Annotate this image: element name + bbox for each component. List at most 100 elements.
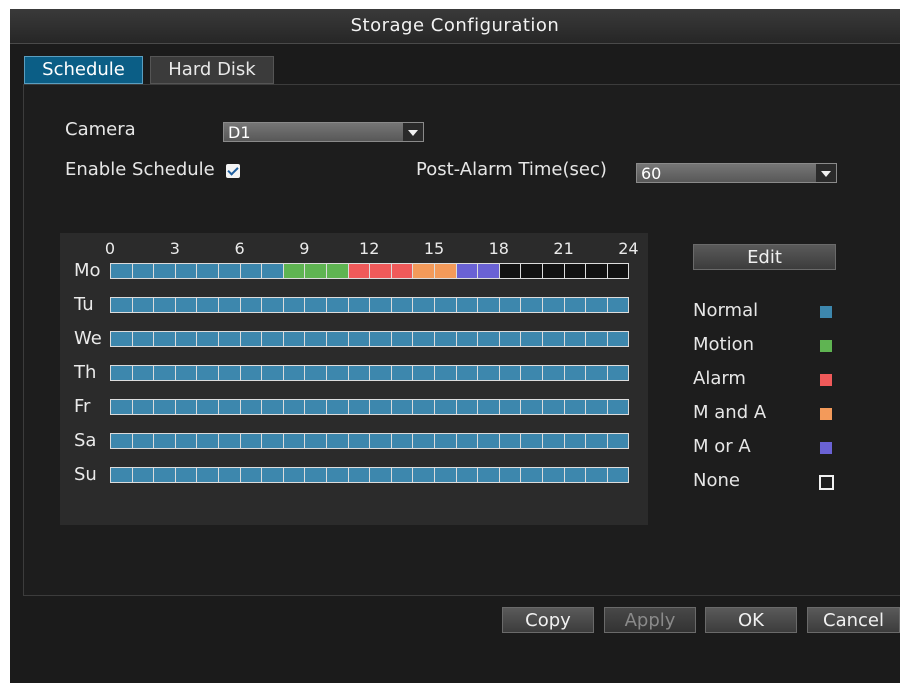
- schedule-slot[interactable]: [131, 331, 155, 347]
- schedule-slot[interactable]: [347, 399, 371, 415]
- cancel-button[interactable]: Cancel: [807, 607, 900, 633]
- schedule-slot[interactable]: [477, 365, 500, 381]
- schedule-slot[interactable]: [455, 263, 479, 279]
- schedule-slot[interactable]: [282, 433, 306, 449]
- schedule-slot[interactable]: [520, 467, 543, 483]
- camera-select[interactable]: D1: [223, 122, 424, 142]
- schedule-slot[interactable]: [369, 399, 392, 415]
- schedule-slot[interactable]: [606, 263, 630, 279]
- schedule-slot[interactable]: [412, 433, 435, 449]
- schedule-slot[interactable]: [585, 297, 608, 313]
- schedule-slot[interactable]: [218, 399, 241, 415]
- schedule-slot[interactable]: [606, 433, 630, 449]
- schedule-slot[interactable]: [369, 365, 392, 381]
- schedule-slot[interactable]: [542, 399, 565, 415]
- schedule-slot[interactable]: [477, 399, 500, 415]
- schedule-slot[interactable]: [542, 331, 565, 347]
- schedule-slot[interactable]: [520, 331, 543, 347]
- schedule-slot[interactable]: [542, 365, 565, 381]
- schedule-slot[interactable]: [542, 297, 565, 313]
- schedule-slot[interactable]: [520, 263, 543, 279]
- schedule-slot[interactable]: [369, 297, 392, 313]
- schedule-slot[interactable]: [218, 365, 241, 381]
- schedule-slot[interactable]: [110, 297, 133, 313]
- schedule-slot[interactable]: [153, 433, 176, 449]
- schedule-slot[interactable]: [196, 331, 219, 347]
- schedule-slot[interactable]: [390, 365, 414, 381]
- schedule-slot[interactable]: [110, 331, 133, 347]
- apply-button[interactable]: Apply: [604, 607, 696, 633]
- schedule-slot[interactable]: [239, 433, 263, 449]
- schedule-slot[interactable]: [369, 433, 392, 449]
- schedule-slot[interactable]: [326, 399, 349, 415]
- schedule-slot[interactable]: [131, 467, 155, 483]
- schedule-slot[interactable]: [347, 297, 371, 313]
- enable-schedule-checkbox[interactable]: [226, 164, 240, 178]
- schedule-slot[interactable]: [498, 467, 522, 483]
- schedule-slot[interactable]: [239, 297, 263, 313]
- schedule-slot[interactable]: [347, 365, 371, 381]
- schedule-slot[interactable]: [218, 263, 241, 279]
- schedule-slot[interactable]: [606, 365, 630, 381]
- schedule-slot[interactable]: [369, 331, 392, 347]
- schedule-slot[interactable]: [434, 433, 457, 449]
- schedule-slot[interactable]: [196, 263, 219, 279]
- schedule-slot[interactable]: [282, 263, 306, 279]
- schedule-slot[interactable]: [218, 467, 241, 483]
- schedule-slot[interactable]: [369, 467, 392, 483]
- schedule-slot[interactable]: [412, 467, 435, 483]
- schedule-slot[interactable]: [563, 263, 587, 279]
- schedule-slot[interactable]: [261, 297, 284, 313]
- schedule-slot[interactable]: [261, 263, 284, 279]
- schedule-slot[interactable]: [326, 433, 349, 449]
- schedule-slot[interactable]: [261, 365, 284, 381]
- schedule-slot[interactable]: [347, 331, 371, 347]
- schedule-slot[interactable]: [390, 297, 414, 313]
- schedule-slot[interactable]: [369, 263, 392, 279]
- schedule-slot[interactable]: [326, 365, 349, 381]
- schedule-slot[interactable]: [282, 467, 306, 483]
- schedule-slot[interactable]: [261, 433, 284, 449]
- schedule-slot[interactable]: [455, 433, 479, 449]
- schedule-slot[interactable]: [131, 433, 155, 449]
- schedule-slot[interactable]: [239, 331, 263, 347]
- schedule-slot[interactable]: [304, 399, 327, 415]
- schedule-slot[interactable]: [606, 331, 630, 347]
- schedule-slot[interactable]: [498, 433, 522, 449]
- schedule-slot[interactable]: [455, 467, 479, 483]
- schedule-slot[interactable]: [412, 263, 435, 279]
- schedule-slot[interactable]: [455, 399, 479, 415]
- schedule-slot[interactable]: [606, 297, 630, 313]
- schedule-slot[interactable]: [304, 365, 327, 381]
- schedule-slot[interactable]: [174, 365, 198, 381]
- schedule-slot[interactable]: [585, 399, 608, 415]
- schedule-slot[interactable]: [282, 365, 306, 381]
- ok-button[interactable]: OK: [705, 607, 797, 633]
- schedule-slot[interactable]: [585, 263, 608, 279]
- copy-button[interactable]: Copy: [502, 607, 594, 633]
- schedule-slot[interactable]: [110, 399, 133, 415]
- schedule-slot[interactable]: [542, 263, 565, 279]
- schedule-slot[interactable]: [434, 399, 457, 415]
- tab-hard-disk[interactable]: Hard Disk: [150, 56, 274, 84]
- schedule-slot[interactable]: [498, 263, 522, 279]
- schedule-slot[interactable]: [196, 399, 219, 415]
- schedule-slot[interactable]: [174, 433, 198, 449]
- schedule-slot[interactable]: [585, 365, 608, 381]
- schedule-slot[interactable]: [520, 433, 543, 449]
- schedule-slot[interactable]: [282, 331, 306, 347]
- schedule-slot[interactable]: [563, 365, 587, 381]
- schedule-slot[interactable]: [304, 297, 327, 313]
- schedule-slot[interactable]: [110, 467, 133, 483]
- schedule-grid[interactable]: 0 3 6 9 12 15 18 21 24 Mo Tu We Th Fr Sa Su: [60, 233, 648, 525]
- schedule-slot[interactable]: [110, 433, 133, 449]
- schedule-slot[interactable]: [563, 331, 587, 347]
- schedule-slot[interactable]: [326, 467, 349, 483]
- schedule-slot[interactable]: [196, 297, 219, 313]
- schedule-slot[interactable]: [606, 399, 630, 415]
- post-alarm-time-select[interactable]: 60: [636, 163, 837, 183]
- schedule-slot[interactable]: [347, 467, 371, 483]
- schedule-slot[interactable]: [542, 433, 565, 449]
- schedule-slot[interactable]: [239, 399, 263, 415]
- schedule-slot[interactable]: [326, 263, 349, 279]
